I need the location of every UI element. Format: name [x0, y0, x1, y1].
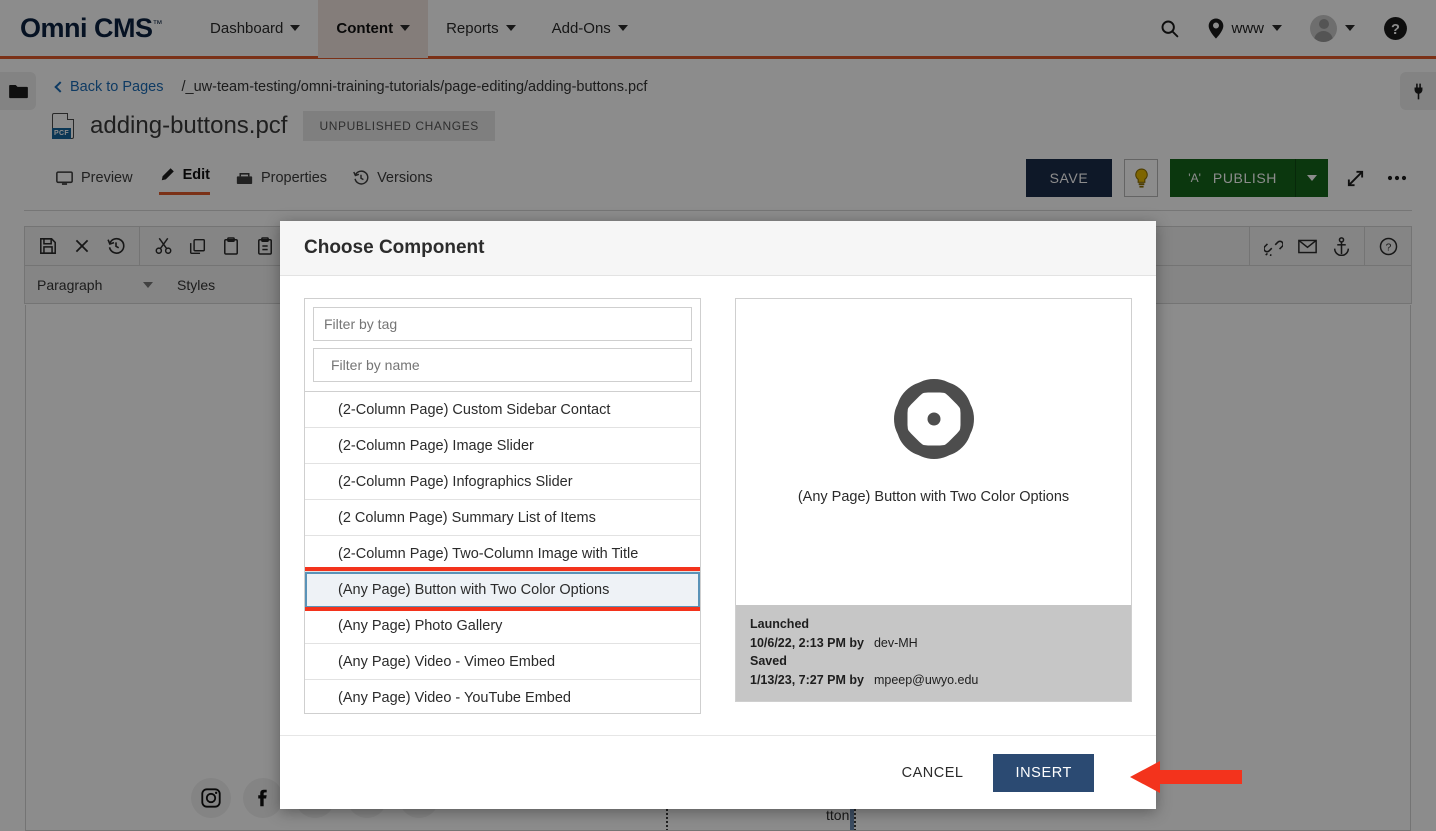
filter-by-tag-input[interactable]	[313, 307, 692, 341]
component-atom-icon	[893, 379, 974, 459]
screenshot-root: Omni CMS™ Dashboard Content Reports Add-…	[0, 0, 1436, 831]
launched-label: Launched	[750, 617, 810, 631]
filter-by-name-input[interactable]	[313, 348, 692, 382]
list-item[interactable]: (Any Page) Video - Vimeo Embed	[305, 644, 700, 680]
list-item-selected[interactable]: (Any Page) Button with Two Color Options	[305, 572, 700, 608]
component-list-pane: (2-Column Page) Custom Sidebar Contact (…	[304, 298, 701, 735]
list-item[interactable]: (2-Column Page) Custom Sidebar Contact	[305, 392, 700, 428]
list-item[interactable]: (2-Column Page) Two-Column Image with Ti…	[305, 536, 700, 572]
insert-button-arrow	[1130, 761, 1242, 793]
saved-user: mpeep@uwyo.edu	[873, 672, 979, 687]
dialog-title: Choose Component	[304, 237, 485, 258]
component-preview-label: (Any Page) Button with Two Color Options	[797, 489, 1070, 505]
list-item[interactable]: (2-Column Page) Infographics Slider	[305, 464, 700, 500]
list-item[interactable]: (Any Page) Video - YouTube Embed	[305, 680, 700, 713]
component-metadata: Launched 10/6/22, 2:13 PM by dev-MH Saved…	[736, 605, 1131, 701]
list-item[interactable]: (2 Column Page) Summary List of Items	[305, 500, 700, 536]
saved-date: 1/13/23, 7:27 PM by	[750, 672, 864, 687]
dialog-footer: CANCEL INSERT	[280, 735, 1156, 809]
component-preview-card: (Any Page) Button with Two Color Options…	[735, 298, 1132, 702]
saved-label: Saved	[750, 654, 787, 668]
component-list[interactable]: (2-Column Page) Custom Sidebar Contact (…	[304, 392, 701, 714]
launched-date: 10/6/22, 2:13 PM by	[750, 635, 864, 650]
cancel-button[interactable]: CANCEL	[894, 755, 972, 791]
launched-user: dev-MH	[873, 635, 918, 650]
dialog-header: Choose Component	[280, 221, 1156, 276]
component-preview-top: (Any Page) Button with Two Color Options	[736, 299, 1131, 605]
list-item[interactable]: (Any Page) Photo Gallery	[305, 608, 700, 644]
dialog-body: (2-Column Page) Custom Sidebar Contact (…	[280, 276, 1156, 735]
component-preview-pane: (Any Page) Button with Two Color Options…	[735, 298, 1132, 735]
list-item[interactable]: (2-Column Page) Image Slider	[305, 428, 700, 464]
choose-component-dialog: Choose Component (2-Column Page) Custom …	[280, 221, 1156, 809]
insert-button[interactable]: INSERT	[993, 753, 1094, 792]
filter-box	[304, 298, 701, 392]
